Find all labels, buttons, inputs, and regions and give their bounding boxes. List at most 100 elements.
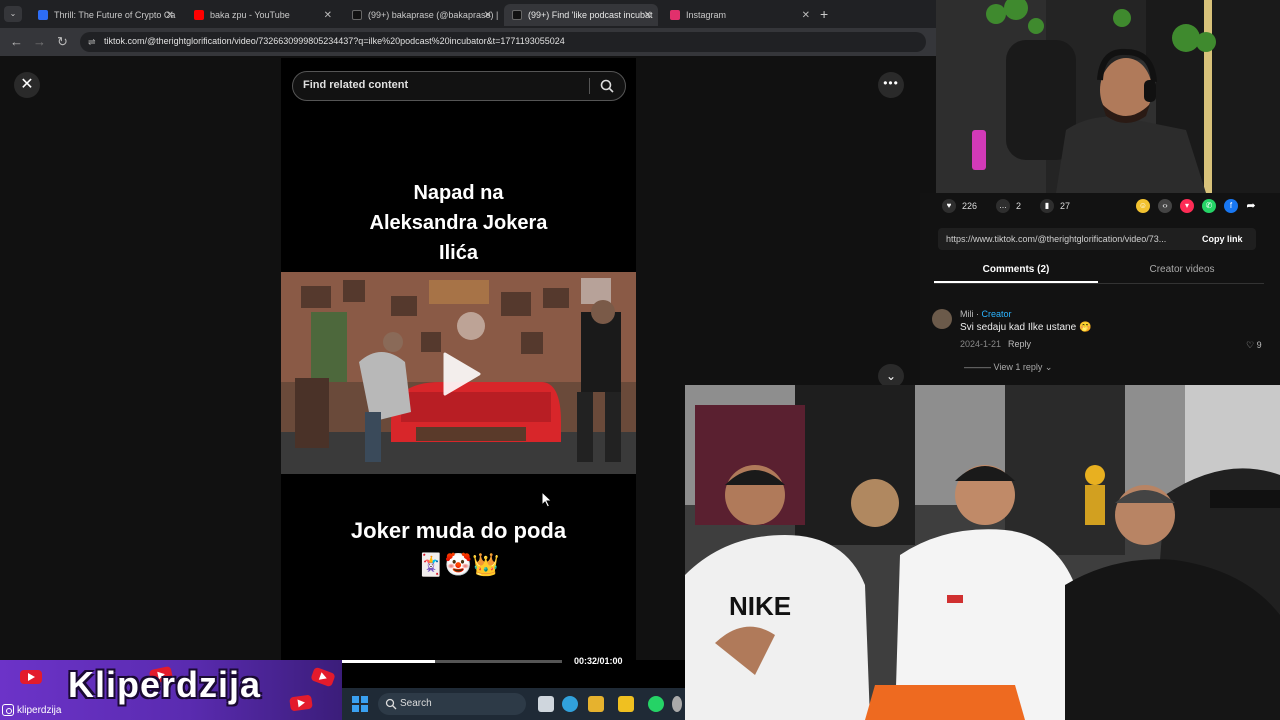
search-divider bbox=[589, 78, 590, 94]
view-replies-button[interactable]: ——— View 1 reply ⌄ bbox=[964, 362, 1052, 373]
tab-divider bbox=[934, 283, 1264, 284]
tab-close-icon[interactable]: ✕ bbox=[324, 10, 332, 21]
comment-text: Svi sedaju kad Ilke ustane 🤭 bbox=[960, 322, 1092, 333]
comment-like-count: 9 bbox=[1256, 340, 1262, 350]
whatsapp-icon[interactable]: ✆ bbox=[1202, 199, 1216, 213]
bookmark-icon: ▮ bbox=[1040, 199, 1054, 213]
creator-badge: Creator bbox=[981, 309, 1012, 319]
play-icon[interactable] bbox=[441, 352, 481, 396]
save-count: 27 bbox=[1060, 201, 1071, 211]
embed-icon[interactable]: ‹› bbox=[1158, 199, 1172, 213]
file-explorer-icon[interactable] bbox=[618, 696, 634, 712]
avatar[interactable] bbox=[932, 309, 952, 329]
facebook-icon[interactable]: f bbox=[1224, 199, 1238, 213]
comment-like-button[interactable]: ♡ 9 bbox=[1246, 340, 1262, 351]
comment-button[interactable]: … 2 bbox=[996, 199, 1021, 213]
reply-line: ——— bbox=[964, 362, 994, 372]
channel-title: Kliperdzija bbox=[68, 664, 262, 705]
comment-author[interactable]: Mili · Creator bbox=[960, 309, 1012, 319]
active-tab-indicator bbox=[934, 281, 1098, 283]
comment-count: 2 bbox=[1016, 201, 1022, 211]
send-icon[interactable]: ▾ bbox=[1180, 199, 1194, 213]
tab-label: (99+) bakaprase (@bakaprase) | bbox=[368, 10, 498, 20]
taskbar-search-label: Search bbox=[400, 698, 432, 709]
edge-icon[interactable] bbox=[562, 696, 578, 712]
svg-text:NIKE: NIKE bbox=[729, 591, 791, 621]
youtube-icon bbox=[310, 666, 336, 688]
instagram-handle: kliperdzija bbox=[2, 704, 61, 716]
comment-icon: … bbox=[996, 199, 1010, 213]
video-caption: Joker muda do poda bbox=[350, 518, 567, 543]
like-count: 226 bbox=[962, 201, 978, 211]
video-info-panel bbox=[920, 193, 1280, 385]
related-search-bar[interactable] bbox=[292, 71, 626, 101]
browser-tab[interactable]: Instagram ✕ bbox=[662, 4, 816, 26]
youtube-icon bbox=[289, 694, 313, 712]
tab-close-icon[interactable]: ✕ bbox=[802, 10, 810, 21]
browser-tab[interactable]: baka zpu - YouTube ✕ bbox=[186, 4, 338, 26]
browser-tab-active[interactable]: (99+) Find 'like podcast incubat ✕ bbox=[504, 4, 658, 26]
like-button[interactable]: ♥ 226 bbox=[942, 199, 977, 213]
task-view-icon[interactable] bbox=[538, 696, 554, 712]
tab-label: (99+) Find 'like podcast incubat bbox=[528, 10, 653, 20]
mouse-cursor-icon bbox=[541, 491, 553, 508]
search-icon bbox=[385, 698, 397, 710]
video-headline: Napad na Aleksandra Jokera Ilića bbox=[369, 182, 548, 264]
new-tab-button[interactable]: + bbox=[820, 6, 828, 22]
address-bar[interactable]: ⇌ tiktok.com/@therightglorification/vide… bbox=[80, 32, 926, 52]
copy-link-row: https://www.tiktok.com/@therightglorific… bbox=[938, 228, 1256, 250]
tiktok-favicon bbox=[352, 10, 362, 20]
related-search-input[interactable] bbox=[303, 79, 583, 91]
view-replies-label: View 1 reply bbox=[993, 362, 1043, 372]
tab-favicon bbox=[38, 10, 48, 20]
reload-icon[interactable]: ↻ bbox=[57, 34, 68, 50]
tab-close-icon[interactable]: ✕ bbox=[644, 10, 652, 21]
caption-emojis: 🃏🤡👑 bbox=[417, 552, 500, 577]
heart-outline-icon: ♡ bbox=[1246, 340, 1255, 350]
copy-link-button[interactable]: Copy link bbox=[1202, 234, 1243, 244]
browser-tab[interactable]: Thrill: The Future of Crypto Ca ✕ bbox=[30, 4, 180, 26]
comment-date: 2024-1-21 bbox=[960, 339, 1002, 349]
chevron-down-icon: ⌄ bbox=[1044, 362, 1053, 372]
tab-close-icon[interactable]: ✕ bbox=[484, 10, 492, 21]
browser-tab[interactable]: (99+) bakaprase (@bakaprase) | ✕ bbox=[344, 4, 498, 26]
windows-start-icon[interactable] bbox=[352, 696, 368, 712]
copilot-icon[interactable] bbox=[588, 696, 604, 712]
windows-taskbar: Search bbox=[342, 688, 685, 720]
youtube-icon bbox=[20, 670, 42, 684]
tab-comments[interactable]: Comments (2) bbox=[934, 264, 1098, 275]
url-text[interactable]: tiktok.com/@therightglorification/video/… bbox=[104, 36, 565, 46]
share-url[interactable]: https://www.tiktok.com/@therightglorific… bbox=[946, 234, 1182, 244]
tab-creator-videos[interactable]: Creator videos bbox=[1100, 264, 1264, 275]
whatsapp-icon[interactable] bbox=[648, 696, 664, 712]
share-arrow-icon[interactable]: ➦ bbox=[1244, 199, 1258, 213]
more-options-button[interactable]: ••• bbox=[878, 72, 904, 98]
reply-button[interactable]: Reply bbox=[1008, 339, 1031, 349]
site-info-icon[interactable]: ⇌ bbox=[88, 37, 96, 48]
heart-icon: ♥ bbox=[942, 199, 956, 213]
save-button[interactable]: ▮ 27 bbox=[1040, 199, 1070, 213]
tab-label: Instagram bbox=[686, 10, 727, 20]
instagram-icon bbox=[2, 704, 14, 716]
search-icon[interactable] bbox=[599, 78, 615, 94]
handle-text: kliperdzija bbox=[17, 704, 62, 716]
tab-label: Thrill: The Future of Crypto Ca bbox=[54, 10, 176, 20]
streamer-webcam bbox=[936, 0, 1280, 193]
forward-arrow-icon[interactable]: → bbox=[33, 34, 46, 50]
tiktok-favicon bbox=[512, 10, 522, 20]
tab-close-icon[interactable]: ✕ bbox=[166, 10, 174, 21]
app-icon[interactable] bbox=[672, 696, 682, 712]
video-time: 00:32/01:00 bbox=[574, 656, 623, 666]
taskbar-search[interactable]: Search bbox=[378, 693, 526, 715]
instagram-favicon bbox=[670, 10, 680, 20]
tab-search-button[interactable]: ⌄ bbox=[4, 6, 22, 22]
browser-tab-strip: ⌄ Thrill: The Future of Crypto Ca ✕ baka… bbox=[0, 0, 936, 28]
tab-label: baka zpu - YouTube bbox=[210, 10, 290, 20]
friends-share-icon[interactable]: ☺ bbox=[1136, 199, 1150, 213]
podcast-camera: NIKE bbox=[685, 385, 1280, 720]
address-bar-row: ← → ↻ ⇌ tiktok.com/@therightglorificatio… bbox=[0, 28, 936, 56]
close-button[interactable]: ✕ bbox=[14, 72, 40, 98]
youtube-favicon bbox=[194, 10, 204, 20]
back-arrow-icon[interactable]: ← bbox=[10, 34, 23, 50]
author-name: Mili bbox=[960, 309, 974, 319]
